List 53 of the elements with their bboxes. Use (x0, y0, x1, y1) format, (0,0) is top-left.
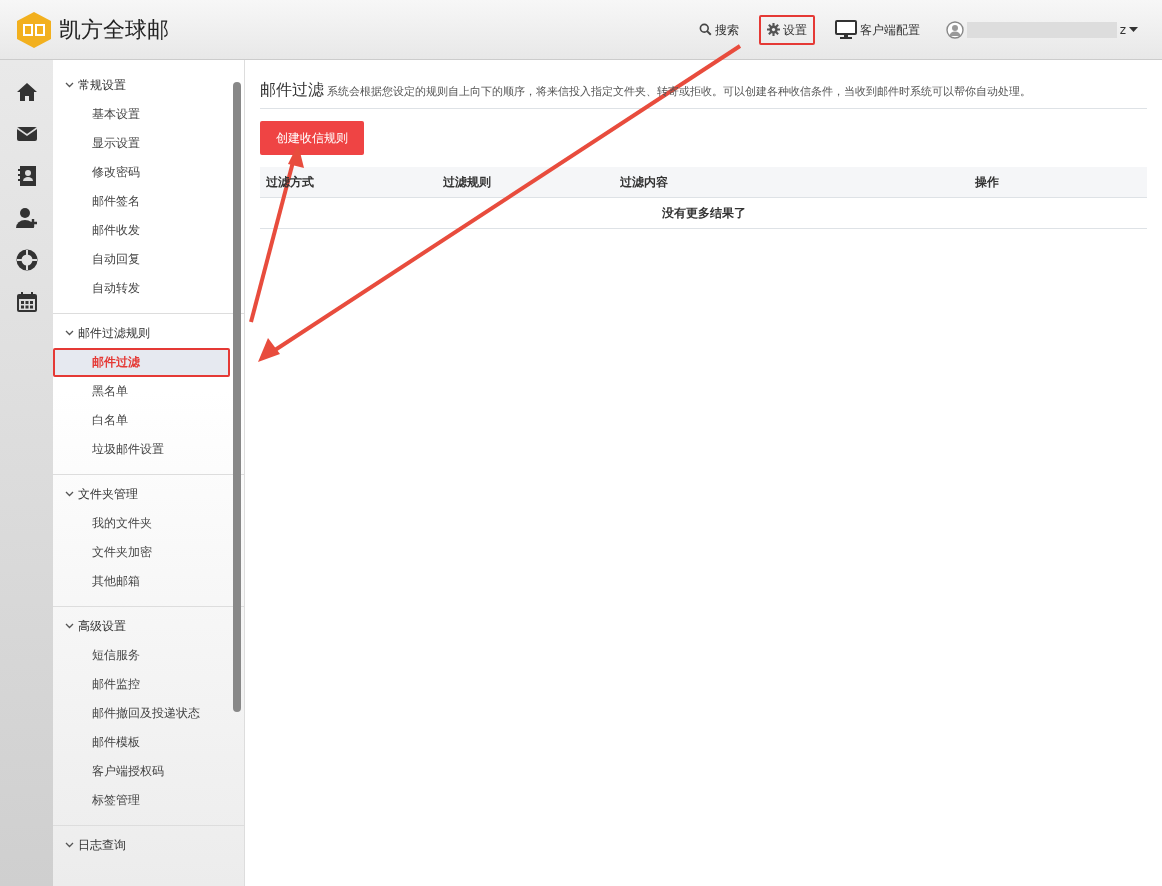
create-rule-button[interactable]: 创建收信规则 (260, 121, 364, 155)
menu-item[interactable]: 基本设置 (53, 100, 230, 129)
menu-item[interactable]: 自动转发 (53, 274, 230, 303)
menu-item[interactable]: 其他邮箱 (53, 567, 230, 596)
chevron-icon (65, 82, 74, 88)
menu-item[interactable]: 短信服务 (53, 641, 230, 670)
menu-group-title[interactable]: 邮件过滤规则 (53, 318, 244, 348)
avatar-icon (945, 20, 964, 39)
column-header: 过滤内容 (619, 174, 669, 191)
column-header: 操作 (974, 174, 1000, 191)
empty-message: 没有更多结果了 (661, 206, 746, 220)
brand-name: 凯方全球邮 (59, 16, 169, 44)
search-icon (698, 23, 712, 36)
caret-icon[interactable] (1129, 26, 1138, 33)
menu-group-title[interactable]: 常规设置 (53, 70, 244, 100)
page-title: 邮件过滤 (260, 79, 324, 101)
menu-item[interactable]: 文件夹加密 (53, 538, 230, 567)
contact-book-icon[interactable] (15, 165, 38, 187)
column-header: 过滤规则 (442, 174, 492, 191)
monitor-icon (834, 20, 857, 39)
menu-item[interactable]: 邮件签名 (53, 187, 230, 216)
menu-group-title[interactable]: 日志查询 (53, 830, 244, 860)
username-text: z (1119, 21, 1126, 39)
menu-item[interactable]: 黑名单 (53, 377, 230, 406)
menu-item[interactable]: 邮件过滤 (53, 348, 230, 377)
menu-item[interactable]: 自动回复 (53, 245, 230, 274)
menu-group-title[interactable]: 文件夹管理 (53, 479, 244, 509)
menu-item[interactable]: 邮件撤回及投递状态 (53, 699, 230, 728)
menu-item[interactable]: 客户端授权码 (53, 757, 230, 786)
chevron-icon (65, 842, 74, 848)
nav-link[interactable]: 设置 (758, 14, 815, 45)
menu-item[interactable]: 修改密码 (53, 158, 230, 187)
menu-group-title[interactable]: 高级设置 (53, 611, 244, 641)
menu-item[interactable]: 我的文件夹 (53, 509, 230, 538)
lifebuoy-icon[interactable] (15, 249, 38, 271)
scrollbar-thumb[interactable] (233, 82, 241, 712)
nav-link[interactable]: 搜索 (690, 14, 747, 45)
chevron-icon (65, 623, 74, 629)
menu-item[interactable]: 白名单 (53, 406, 230, 435)
menu-item[interactable]: 垃圾邮件设置 (53, 435, 230, 464)
calendar-icon[interactable] (15, 291, 38, 313)
menu-item[interactable]: 邮件监控 (53, 670, 230, 699)
chevron-icon (65, 330, 74, 336)
settings-icon (766, 23, 780, 36)
add-user-icon[interactable] (15, 207, 38, 229)
home-icon[interactable] (15, 81, 38, 103)
chevron-icon (65, 491, 74, 497)
menu-item[interactable]: 标签管理 (53, 786, 230, 815)
menu-item[interactable]: 邮件收发 (53, 216, 230, 245)
logo-icon (15, 10, 53, 49)
menu-item[interactable]: 邮件模板 (53, 728, 230, 757)
nav-link[interactable]: 客户端配置 (826, 14, 928, 45)
menu-item[interactable]: 显示设置 (53, 129, 230, 158)
